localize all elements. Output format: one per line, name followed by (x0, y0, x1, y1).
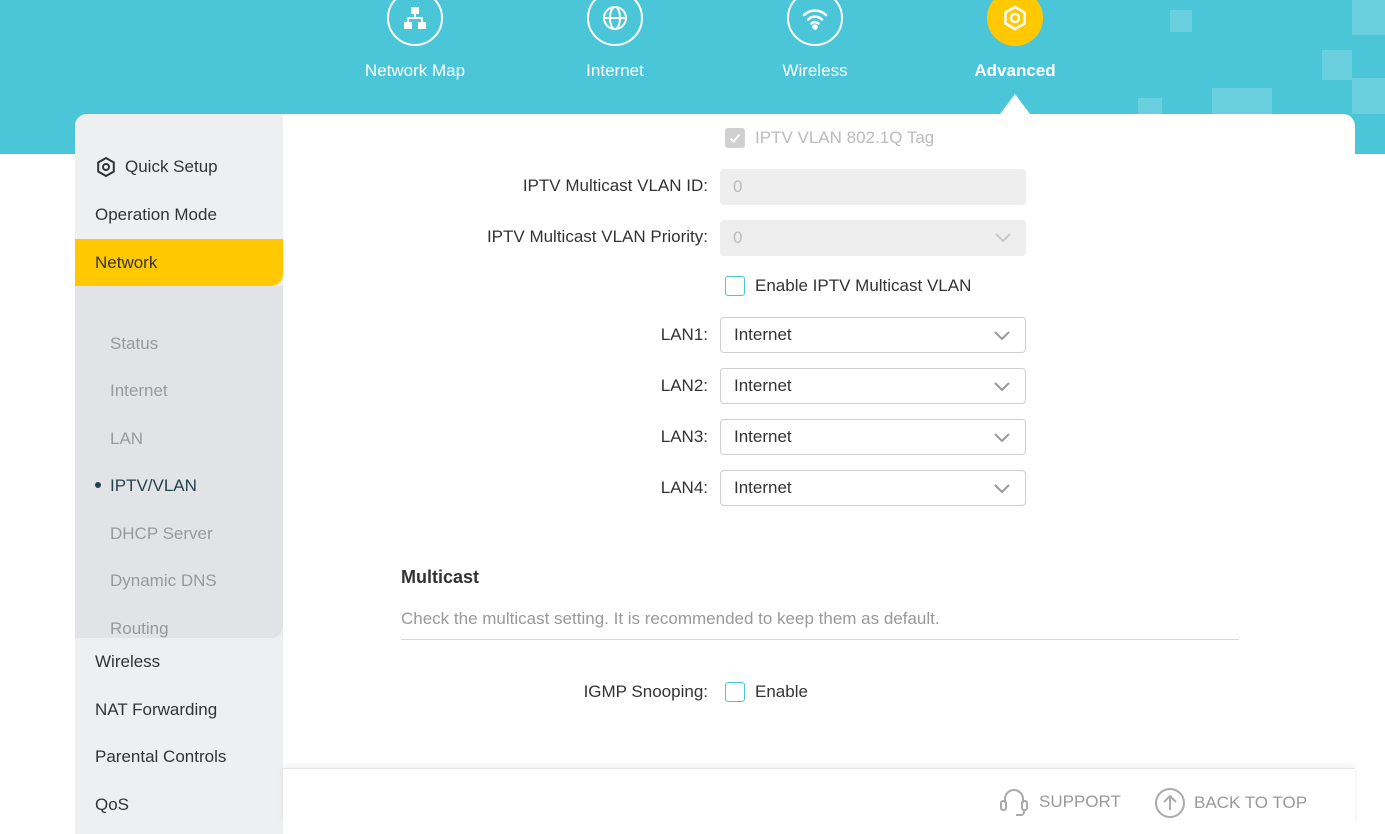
sidebar-item-label: Network (95, 252, 158, 272)
lan4-select[interactable]: Internet (720, 470, 1026, 506)
arrow-up-circle-icon (1155, 788, 1185, 818)
sidebar-subitem-label: Routing (110, 618, 169, 638)
sidebar-item-parental-controls[interactable]: Parental Controls (75, 733, 283, 780)
nav-label: Internet (586, 61, 644, 80)
support-link[interactable]: SUPPORT (998, 787, 1121, 817)
lan4-label: LAN4: (660, 478, 708, 497)
lan1-select[interactable]: Internet (720, 317, 1026, 353)
sidebar-item-wireless[interactable]: Wireless (75, 638, 283, 685)
igmp-snooping-enable-label: Enable (755, 682, 808, 701)
sidebar-subitem-label: Internet (110, 380, 168, 400)
lan3-select[interactable]: Internet (720, 419, 1026, 455)
checkmark-icon (729, 133, 741, 143)
lan2-select[interactable]: Internet (720, 368, 1026, 404)
multicast-vlan-priority-select[interactable]: 0 (720, 220, 1026, 256)
sidebar-item-qos[interactable]: QoS (75, 781, 283, 828)
active-nav-caret (1000, 94, 1030, 114)
sidebar-item-quick-setup[interactable]: Quick Setup (75, 143, 283, 190)
sidebar-item-nat-forwarding[interactable]: NAT Forwarding (75, 686, 283, 733)
sidebar-subitem-lan[interactable]: LAN (75, 415, 283, 462)
lan3-value: Internet (734, 427, 792, 446)
multicast-vlan-id-input[interactable]: 0 (720, 169, 1026, 205)
igmp-snooping-checkbox[interactable] (725, 682, 745, 702)
lan4-value: Internet (734, 478, 792, 497)
sidebar-subitem-label: IPTV/VLAN (110, 475, 197, 495)
chevron-down-icon (995, 233, 1011, 243)
nav-label: Network Map (364, 61, 466, 80)
footer-bar: SUPPORT BACK TO TOP (283, 768, 1355, 826)
content-card: Quick Setup Operation Mode Status Intern… (75, 114, 1355, 834)
lan1-label: LAN1: (660, 325, 708, 344)
multicast-vlan-priority-value: 0 (733, 228, 743, 247)
main-content: IPTV VLAN 802.1Q Tag IPTV Multicast VLAN… (283, 114, 1355, 834)
vlan-tag-label: IPTV VLAN 802.1Q Tag (755, 128, 935, 147)
nav-label: Wireless (782, 61, 848, 80)
support-label: SUPPORT (1039, 792, 1121, 811)
lan1-value: Internet (734, 325, 792, 344)
enable-multicast-vlan-label: Enable IPTV Multicast VLAN (755, 276, 972, 295)
sidebar-subitem-internet[interactable]: Internet (75, 367, 283, 414)
back-to-top-label: BACK TO TOP (1194, 793, 1308, 812)
sidebar: Quick Setup Operation Mode Status Intern… (75, 114, 283, 834)
sidebar-item-label: Operation Mode (95, 204, 217, 224)
sidebar-item-label: QoS (95, 794, 130, 814)
back-to-top-link[interactable]: BACK TO TOP (1154, 787, 1307, 819)
sidebar-network-submenu: Status Internet LAN IPTV/VLAN DHCP Serve… (75, 286, 283, 638)
lan2-label: LAN2: (660, 376, 708, 395)
sidebar-subitem-label: DHCP Server (110, 523, 213, 543)
sidebar-subitem-iptv-vlan[interactable]: IPTV/VLAN (75, 462, 283, 509)
sidebar-item-label: Quick Setup (125, 156, 218, 176)
multicast-vlan-id-value: 0 (733, 177, 743, 196)
sidebar-item-label: Parental Controls (95, 746, 227, 766)
vlan-tag-checkbox[interactable] (725, 128, 745, 148)
sidebar-subitem-dynamic-dns[interactable]: Dynamic DNS (75, 557, 283, 604)
multicast-section-title: Multicast (401, 567, 480, 587)
sidebar-item-label: NAT Forwarding (95, 699, 218, 719)
headset-icon (1000, 789, 1028, 816)
multicast-vlan-id-label: IPTV Multicast VLAN ID: (522, 176, 708, 195)
multicast-section-description: Check the multicast setting. It is recom… (401, 609, 940, 628)
lan3-label: LAN3: (660, 427, 708, 446)
chevron-down-icon (994, 484, 1010, 494)
chevron-down-icon (994, 433, 1010, 443)
sidebar-item-network[interactable]: Network (75, 239, 283, 286)
sidebar-subitem-status[interactable]: Status (75, 320, 283, 367)
sidebar-subitem-label: Status (110, 333, 159, 353)
enable-multicast-vlan-checkbox[interactable] (725, 276, 745, 296)
sidebar-subitem-label: LAN (110, 428, 144, 448)
quick-setup-gear-icon (95, 156, 117, 178)
lan2-value: Internet (734, 376, 792, 395)
sidebar-item-operation-mode[interactable]: Operation Mode (75, 191, 283, 238)
current-page-dot (95, 482, 101, 488)
sidebar-item-label: Wireless (95, 651, 161, 671)
nav-label: Advanced (974, 61, 1056, 80)
chevron-down-icon (994, 331, 1010, 341)
sidebar-subitem-label: Dynamic DNS (110, 570, 217, 590)
section-divider (401, 639, 1239, 640)
chevron-down-icon (994, 382, 1010, 392)
igmp-snooping-label: IGMP Snooping: (583, 682, 708, 701)
sidebar-subitem-dhcp-server[interactable]: DHCP Server (75, 510, 283, 557)
multicast-vlan-priority-label: IPTV Multicast VLAN Priority: (486, 227, 708, 246)
